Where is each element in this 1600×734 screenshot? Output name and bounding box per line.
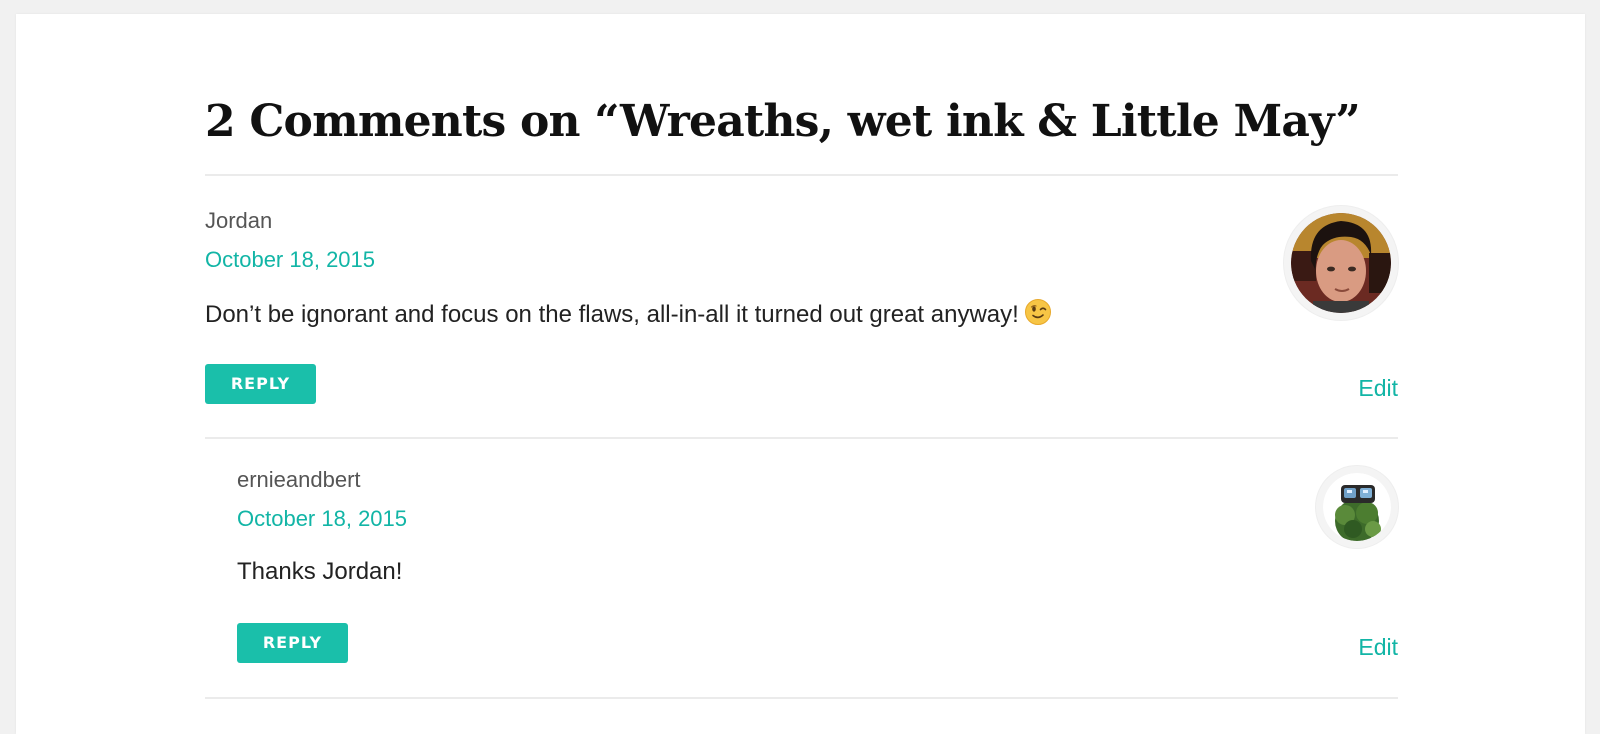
comment-date-link[interactable]: October 18, 2015 — [237, 506, 407, 532]
comment-body: Don’t be ignorant and focus on the flaws… — [205, 299, 1051, 329]
user-photo-avatar — [1323, 473, 1391, 541]
comment-author[interactable]: Jordan — [205, 208, 272, 234]
edit-link[interactable]: Edit — [1358, 375, 1398, 402]
winking-face-icon — [1024, 299, 1051, 325]
reply-button[interactable]: REPLY — [205, 364, 316, 404]
divider — [205, 174, 1398, 176]
user-photo-avatar — [1291, 213, 1391, 313]
comment-body: Thanks Jordan! — [237, 558, 402, 586]
divider — [205, 437, 1398, 439]
reply-button[interactable]: REPLY — [237, 623, 348, 663]
comment-author[interactable]: ernieandbert — [237, 467, 361, 493]
comment-text: Don’t be ignorant and focus on the flaws… — [205, 301, 1019, 328]
avatar[interactable] — [1284, 206, 1398, 320]
comment-date-link[interactable]: October 18, 2015 — [205, 247, 375, 273]
comment-text: Thanks Jordan! — [237, 558, 403, 585]
divider — [205, 697, 1398, 699]
avatar[interactable] — [1316, 466, 1398, 548]
comments-title: 2 Comments on “Wreaths, wet ink & Little… — [205, 96, 1361, 147]
edit-link[interactable]: Edit — [1358, 634, 1398, 661]
